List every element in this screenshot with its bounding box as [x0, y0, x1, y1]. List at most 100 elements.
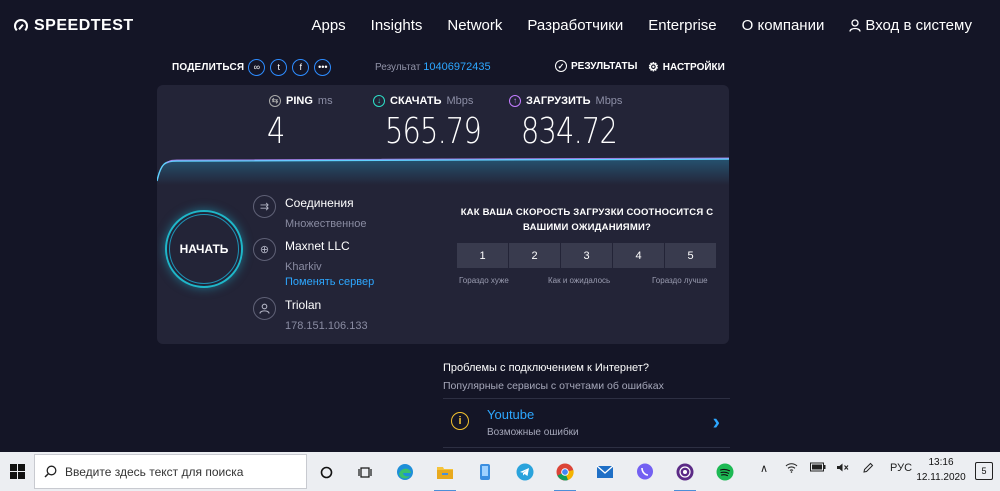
taskbar-clock[interactable]: 13:16 12.11.2020 — [916, 455, 966, 485]
taskbar-search[interactable]: Введите здесь текст для поиска — [34, 454, 307, 489]
task-view-icon[interactable] — [353, 460, 377, 484]
settings-label: НАСТРОЙКИ — [662, 61, 725, 73]
nav-apps[interactable]: Apps — [311, 17, 345, 34]
windows-taskbar: Введите здесь текст для поиска ∧ РУС 13:… — [0, 452, 1000, 491]
survey-option-2[interactable]: 2 — [509, 243, 560, 268]
upload-value: 834.72 — [520, 111, 618, 152]
download-metric: ↓ СКАЧАТЬ Mbps 565.79 — [373, 95, 493, 152]
survey-option-4[interactable]: 4 — [613, 243, 664, 268]
problems-subtitle: Популярные сервисы с отчетами об ошибках — [443, 380, 664, 392]
clock-date: 12.11.2020 — [916, 472, 966, 483]
chrome-icon[interactable] — [553, 460, 577, 491]
download-value: 565.79 — [384, 111, 482, 152]
login-link[interactable]: Вход в систему — [849, 17, 972, 34]
connections-icon: ⇉ — [253, 195, 276, 218]
viber-icon[interactable] — [633, 460, 657, 484]
search-placeholder: Введите здесь текст для поиска — [65, 464, 244, 479]
share-icons: ∞ t f ••• — [248, 58, 332, 76]
service-desc: Возможные ошибки — [487, 427, 579, 438]
user-icon — [849, 19, 862, 32]
start-menu-button[interactable] — [0, 452, 34, 491]
server-info: ⊕ Maxnet LLC Kharkiv Поменять сервер — [253, 238, 374, 288]
wifi-icon[interactable] — [785, 462, 798, 476]
result-card: ⇆ PING ms 4 ↓ СКАЧАТЬ Mbps 565.79 ↑ ЗАГР… — [157, 85, 729, 344]
upload-metric: ↑ ЗАГРУЗИТЬ Mbps 834.72 — [509, 95, 629, 152]
site-header: SPEEDTEST Apps Insights Network Разработ… — [0, 0, 1000, 52]
language-indicator[interactable]: РУС — [890, 462, 912, 474]
globe-icon: ⊕ — [253, 238, 276, 261]
result-id[interactable]: 10406972435 — [423, 61, 490, 73]
provider-name: Triolan — [285, 298, 322, 312]
logo-text: SPEEDTEST — [34, 17, 134, 34]
survey-scale: 1 2 3 4 5 — [457, 243, 717, 268]
spotify-icon[interactable] — [713, 460, 737, 484]
speedtest-logo[interactable]: SPEEDTEST — [14, 17, 134, 35]
chevron-right-icon: › — [712, 409, 720, 434]
nav-developers[interactable]: Разработчики — [527, 17, 623, 34]
start-button[interactable]: НАЧАТЬ — [165, 210, 243, 288]
upload-unit: Mbps — [595, 95, 623, 107]
nav-insights[interactable]: Insights — [371, 17, 423, 34]
link-icon[interactable]: ∞ — [248, 58, 266, 76]
survey-question: КАК ВАША СКОРОСТЬ ЗАГРУЗКИ СООТНОСИТСЯ С… — [460, 207, 714, 233]
survey-option-1[interactable]: 1 — [457, 243, 508, 268]
clock-time: 13:16 — [928, 457, 954, 468]
connections-mode[interactable]: Множественное — [285, 218, 366, 230]
service-card-youtube[interactable]: i Youtube Возможные ошибки › — [443, 398, 730, 448]
volume-icon[interactable] — [836, 462, 849, 476]
twitter-icon[interactable]: t — [270, 58, 288, 76]
podcast-icon[interactable] — [673, 460, 697, 491]
ping-label: PING — [286, 95, 313, 107]
problems-section: Проблемы с подключением к Интернет? Попу… — [443, 362, 730, 448]
notification-count: 5 — [981, 466, 987, 476]
share-label: ПОДЕЛИТЬСЯ — [172, 61, 245, 73]
battery-icon[interactable] — [810, 462, 826, 475]
start-button-label: НАЧАТЬ — [169, 214, 239, 284]
satisfaction-survey: КАК ВАША СКОРОСТЬ ЗАГРУЗКИ СООТНОСИТСЯ С… — [457, 205, 717, 290]
search-icon — [44, 465, 57, 478]
provider-ip: 178.151.106.133 — [285, 320, 368, 332]
result-label: Результат — [375, 62, 421, 73]
pen-icon[interactable] — [862, 462, 874, 477]
survey-option-5[interactable]: 5 — [665, 243, 716, 268]
problems-title: Проблемы с подключением к Интернет? — [443, 362, 649, 374]
cortana-icon[interactable] — [314, 460, 338, 484]
more-icon[interactable]: ••• — [314, 58, 332, 76]
notification-center-icon[interactable]: 5 — [975, 462, 993, 480]
result-info: Результат 10406972435 — [375, 61, 491, 73]
edge-icon[interactable] — [393, 460, 417, 484]
server-city: Kharkiv — [285, 261, 322, 273]
server-name: Maxnet LLC — [285, 239, 350, 253]
nav-about[interactable]: О компании — [742, 17, 825, 34]
telegram-icon[interactable] — [513, 460, 537, 484]
ping-value: 4 — [267, 111, 285, 152]
facebook-icon[interactable]: f — [292, 58, 310, 76]
survey-labels: Гораздо хуже Как и ожидалось Гораздо луч… — [457, 276, 717, 290]
speedtest-logo-icon — [14, 19, 28, 33]
survey-option-3[interactable]: 3 — [561, 243, 612, 268]
service-name: Youtube — [487, 407, 535, 422]
download-icon: ↓ — [373, 95, 385, 107]
share-row: ПОДЕЛИТЬСЯ ∞ t f ••• Результат 104069724… — [172, 58, 730, 76]
mail-icon[interactable] — [593, 460, 617, 484]
warning-icon: i — [451, 412, 469, 430]
connections-title: Соединения — [285, 196, 354, 210]
ping-unit: ms — [317, 95, 333, 107]
survey-label-mid: Как и ожидалось — [548, 276, 611, 285]
windows-logo-icon — [9, 464, 25, 479]
person-icon — [253, 297, 276, 320]
nav-enterprise[interactable]: Enterprise — [648, 17, 716, 34]
provider-info: Triolan 178.151.106.133 — [253, 297, 368, 332]
upload-icon: ↑ — [509, 95, 521, 107]
download-label: СКАЧАТЬ — [390, 95, 442, 107]
results-button[interactable]: ✓ РЕЗУЛЬТАТЫ — [555, 60, 637, 72]
settings-button[interactable]: ⚙ НАСТРОЙКИ — [648, 60, 725, 74]
nav-network[interactable]: Network — [447, 17, 502, 34]
file-explorer-icon[interactable] — [433, 460, 457, 491]
speed-graph — [157, 157, 729, 185]
login-label: Вход в систему — [865, 17, 972, 34]
phone-icon[interactable] — [473, 460, 497, 484]
chevron-up-icon[interactable]: ∧ — [760, 462, 768, 475]
gear-icon: ⚙ — [648, 60, 659, 74]
change-server-link[interactable]: Поменять сервер — [285, 276, 374, 288]
